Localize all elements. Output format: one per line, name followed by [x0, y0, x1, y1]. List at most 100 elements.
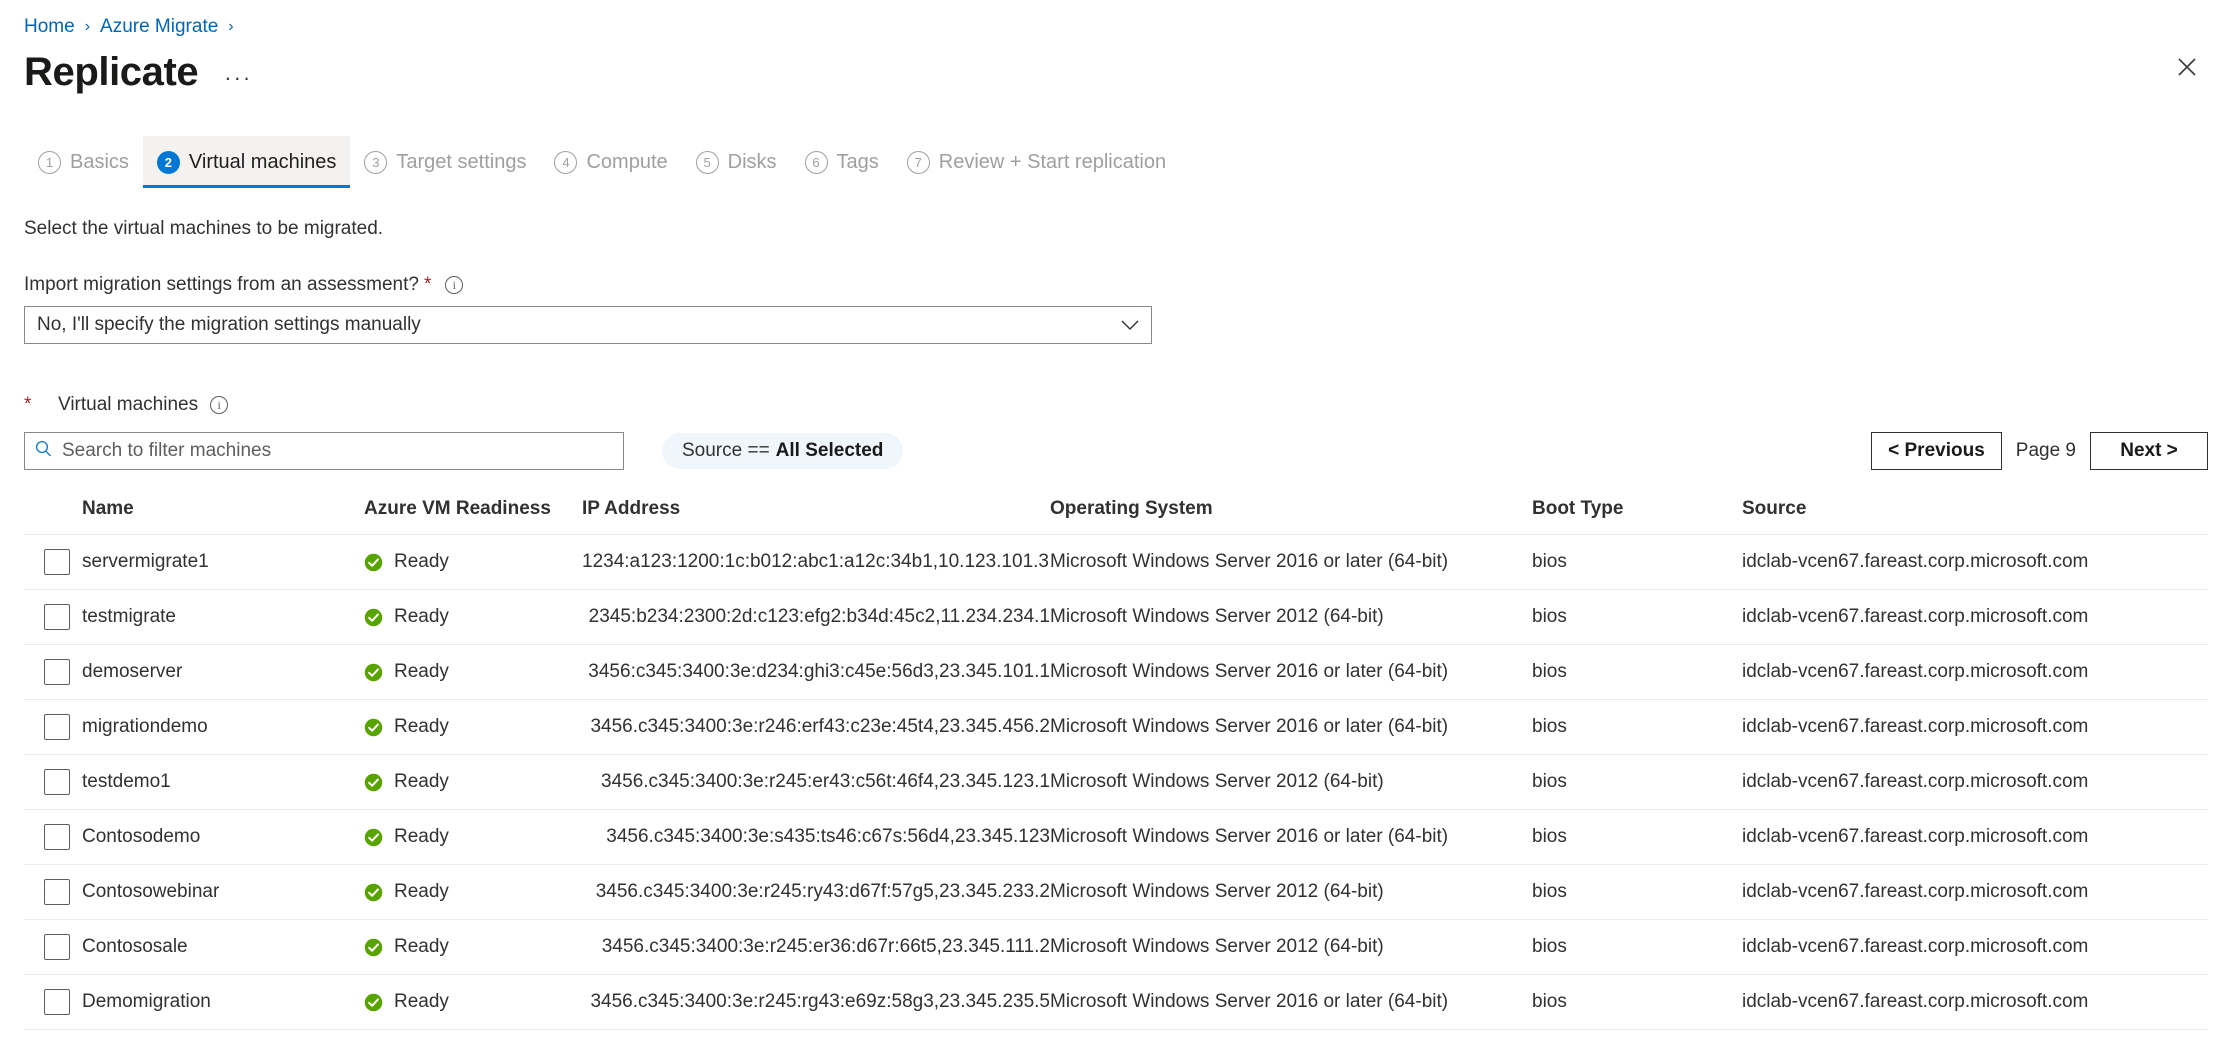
required-indicator: * [24, 394, 32, 415]
breadcrumb-item-home[interactable]: Home [24, 16, 75, 38]
ready-status-label: Ready [394, 826, 449, 847]
cell-boot-type: bios [1532, 644, 1742, 700]
cell-azure-vm-readiness: Ready [364, 864, 582, 920]
table-row[interactable]: servermigrate1 Ready 1234:a123:1200:1c:b01… [24, 534, 2208, 590]
cell-ip-address: 3456.c345:3400:3e:r245:ry43:d67f:57g5,23… [582, 864, 1050, 920]
cell-azure-vm-readiness: Ready [364, 919, 582, 975]
breadcrumb-separator-icon: › [84, 18, 91, 35]
tab-compute[interactable]: 4 Compute [540, 136, 681, 188]
tab-label: Basics [70, 150, 129, 173]
cell-operating-system: Microsoft Windows Server 2016 or later (… [1050, 644, 1532, 700]
tab-tags[interactable]: 6 Tags [791, 136, 893, 188]
breadcrumb-item-azure-migrate[interactable]: Azure Migrate [100, 16, 218, 38]
table-row[interactable]: Contososale Ready 3456.c345:3400:3e:r245:e… [24, 919, 2208, 975]
row-select-cell [24, 534, 82, 590]
cell-azure-vm-readiness: Ready [364, 754, 582, 810]
cell-ip-address: 3456.c345:3400:3e:r246:erf43:c23e:45t4,2… [582, 699, 1050, 755]
ready-status-icon [364, 993, 383, 1012]
tab-label: Tags [836, 150, 879, 173]
cell-name: Contososale [82, 919, 364, 975]
cell-source: idclab-vcen67.fareast.corp.microsoft.com [1742, 919, 2208, 975]
previous-page-button[interactable]: < Previous [1871, 432, 2002, 470]
cell-azure-vm-readiness: Ready [364, 534, 582, 590]
page-title: Replicate [24, 50, 199, 94]
ready-status-label: Ready [394, 716, 449, 737]
ready-status-icon [364, 663, 383, 682]
page-number-label: Page 9 [2015, 440, 2076, 461]
cell-name: Demomigration [82, 974, 364, 1030]
ready-status-icon [364, 608, 383, 627]
table-header-row: Name Azure VM Readiness IP Address Opera… [24, 498, 2208, 535]
info-icon[interactable]: i [445, 276, 464, 294]
tab-label: Review + Start replication [938, 150, 1167, 173]
cell-name: demoserver [82, 644, 364, 700]
ready-status-icon [364, 553, 383, 572]
tab-label: Compute [586, 150, 668, 173]
search-input[interactable] [60, 439, 613, 463]
cell-operating-system: Microsoft Windows Server 2012 (64-bit) [1050, 754, 1532, 810]
close-icon[interactable] [2170, 50, 2204, 84]
search-icon [35, 440, 52, 462]
row-checkbox[interactable] [44, 989, 70, 1015]
table-row[interactable]: demoserver Ready 3456:c345:3400:3e:d234:gh… [24, 644, 2208, 700]
row-select-cell [24, 644, 82, 700]
cell-azure-vm-readiness: Ready [364, 974, 582, 1030]
table-row[interactable]: testmigrate Ready 2345:b234:2300:2d:c123:e… [24, 589, 2208, 645]
row-checkbox[interactable] [44, 769, 70, 795]
table-row[interactable]: Demomigration Ready 3456.c345:3400:3e:r245… [24, 974, 2208, 1030]
import-settings-label: Import migration settings from an assess… [24, 274, 2208, 296]
tab-label: Target settings [396, 150, 527, 173]
cell-operating-system: Microsoft Windows Server 2016 or later (… [1050, 699, 1532, 755]
table-row[interactable]: migrationdemo Ready 3456.c345:3400:3e:r246… [24, 699, 2208, 755]
row-checkbox[interactable] [44, 659, 70, 685]
filter-pill-value: All Selected [775, 440, 884, 461]
row-select-cell [24, 809, 82, 865]
tab-label: Virtual machines [188, 150, 337, 173]
column-header-name: Name [82, 498, 364, 535]
cell-source: idclab-vcen67.fareast.corp.microsoft.com [1742, 589, 2208, 645]
cell-source: idclab-vcen67.fareast.corp.microsoft.com [1742, 699, 2208, 755]
import-settings-dropdown[interactable]: No, I'll specify the migration settings … [24, 306, 1152, 344]
more-options-button[interactable]: ··· [224, 67, 252, 89]
row-checkbox[interactable] [44, 879, 70, 905]
search-box[interactable] [24, 432, 624, 470]
cell-name: testdemo1 [82, 754, 364, 810]
row-checkbox[interactable] [44, 934, 70, 960]
row-checkbox[interactable] [44, 824, 70, 850]
cell-boot-type: bios [1532, 589, 1742, 645]
cell-azure-vm-readiness: Ready [364, 699, 582, 755]
tab-target-settings[interactable]: 3 Target settings [350, 136, 540, 188]
ready-status-label: Ready [394, 606, 449, 627]
cell-ip-address: 3456.c345:3400:3e:r245:er36:d67r:66t5,23… [582, 919, 1050, 975]
cell-boot-type: bios [1532, 919, 1742, 975]
table-row[interactable]: testdemo1 Ready 3456.c345:3400:3e:r245:er4… [24, 754, 2208, 810]
cell-operating-system: Microsoft Windows Server 2012 (64-bit) [1050, 864, 1532, 920]
tab-basics[interactable]: 1 Basics [24, 136, 143, 188]
cell-source: idclab-vcen67.fareast.corp.microsoft.com [1742, 974, 2208, 1030]
info-icon[interactable]: i [210, 396, 229, 414]
tab-number-badge: 2 [156, 150, 180, 174]
row-select-cell [24, 919, 82, 975]
tab-disks[interactable]: 5 Disks [682, 136, 791, 188]
cell-boot-type: bios [1532, 754, 1742, 810]
table-row[interactable]: Contosodemo Ready 3456.c345:3400:3e:s435:t… [24, 809, 2208, 865]
cell-boot-type: bios [1532, 864, 1742, 920]
cell-boot-type: bios [1532, 974, 1742, 1030]
cell-source: idclab-vcen67.fareast.corp.microsoft.com [1742, 534, 2208, 590]
ready-status-icon [364, 828, 383, 847]
cell-name: testmigrate [82, 589, 364, 645]
cell-source: idclab-vcen67.fareast.corp.microsoft.com [1742, 864, 2208, 920]
chevron-down-icon [1121, 320, 1139, 331]
row-select-cell [24, 754, 82, 810]
row-checkbox[interactable] [44, 604, 70, 630]
next-page-button[interactable]: Next > [2090, 432, 2208, 470]
tab-virtual-machines[interactable]: 2 Virtual machines [142, 136, 351, 188]
cell-ip-address: 3456.c345:3400:3e:r245:rg43:e69z:58g3,23… [582, 974, 1050, 1030]
ready-status-icon [364, 938, 383, 957]
filter-pill-source[interactable]: Source == All Selected [662, 433, 904, 469]
table-row[interactable]: Contosowebinar Ready 3456.c345:3400:3e:r24… [24, 864, 2208, 920]
ready-status-label: Ready [394, 991, 449, 1012]
tab-review-start-replication[interactable]: 7 Review + Start replication [893, 136, 1180, 188]
row-checkbox[interactable] [44, 549, 70, 575]
row-checkbox[interactable] [44, 714, 70, 740]
